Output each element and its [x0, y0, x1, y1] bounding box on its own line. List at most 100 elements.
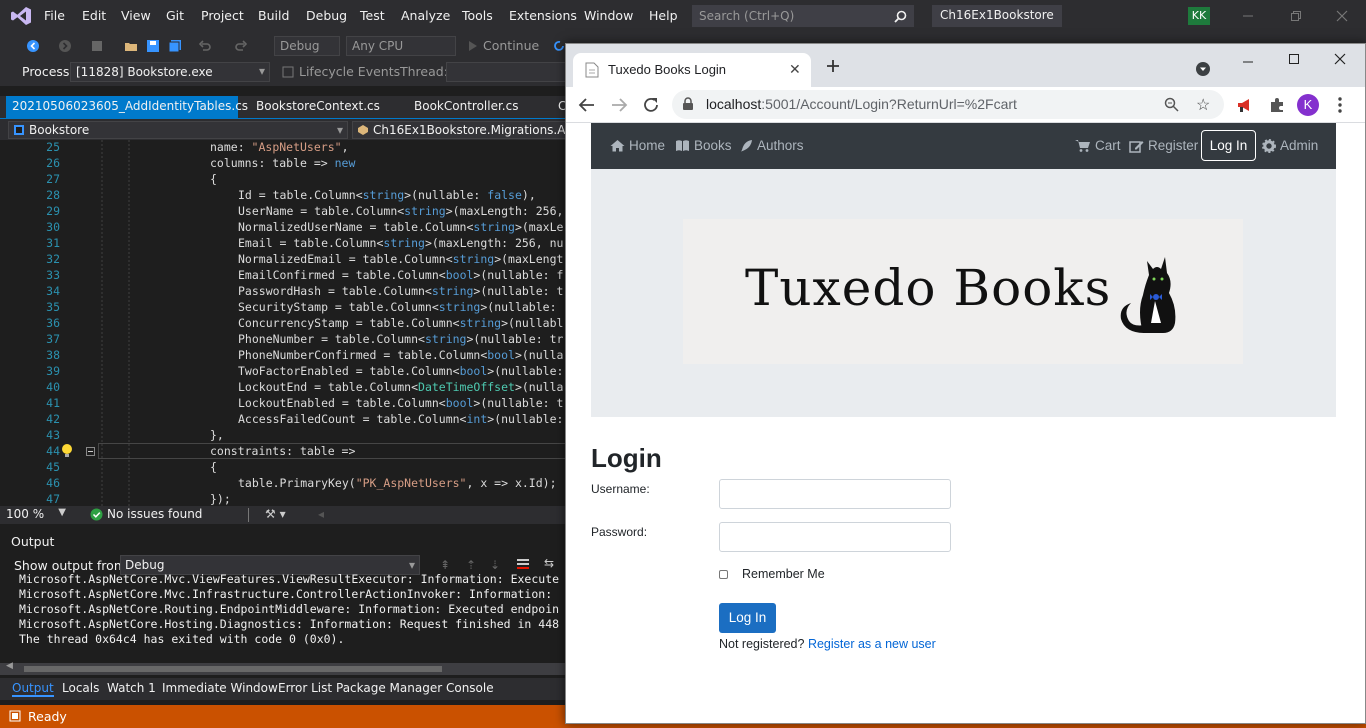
collapse-icon[interactable]	[86, 447, 95, 456]
menu-debug[interactable]: Debug	[306, 8, 347, 23]
menu-extensions[interactable]: Extensions	[509, 8, 577, 23]
lifecycle-events-button[interactable]: Lifecycle Events	[299, 64, 400, 79]
menu-view[interactable]: View	[121, 8, 151, 23]
close-window-icon[interactable]	[1334, 53, 1346, 65]
close-icon[interactable]	[1336, 10, 1348, 22]
login-submit-button[interactable]: Log In	[719, 603, 776, 633]
maximize-icon[interactable]	[1288, 53, 1300, 65]
open-folder-icon[interactable]	[124, 39, 138, 53]
word-wrap-icon[interactable]: ⇆	[544, 556, 554, 570]
nav-cart-link[interactable]: Cart	[1075, 138, 1121, 153]
zoom-icon[interactable]	[1164, 97, 1179, 112]
bookmark-star-icon[interactable]: ☆	[1196, 95, 1210, 115]
doc-tab-active[interactable]: 20210506023605_AddIdentityTables.cs ⊸ ✕	[6, 96, 248, 134]
process-combo[interactable]: [11828] Bookstore.exe ▾	[70, 62, 270, 82]
menu-build[interactable]: Build	[258, 8, 289, 23]
line-number: 37	[46, 332, 60, 346]
minimize-icon[interactable]	[1242, 56, 1254, 68]
new-project-icon[interactable]	[90, 39, 104, 53]
line-number: 32	[46, 252, 60, 266]
back-nav-icon[interactable]	[26, 39, 40, 53]
nav-authors-link[interactable]: Authors	[740, 138, 804, 153]
tab-locals[interactable]: Locals	[62, 681, 99, 695]
address-bar[interactable]: localhost:5001/Account/Login?ReturnUrl=%…	[672, 90, 1224, 119]
menu-project[interactable]: Project	[201, 8, 244, 23]
scroll-left-icon[interactable]: ◀	[6, 661, 13, 671]
clear-all-icon[interactable]	[516, 557, 530, 571]
code-cleanup-icon[interactable]: ⚒ ▾	[265, 507, 286, 521]
save-all-icon[interactable]	[168, 39, 182, 53]
doc-tab[interactable]: BookstoreContext.cs	[250, 96, 386, 118]
find-message-icon[interactable]: ⇞	[440, 558, 450, 572]
remember-me-checkbox[interactable]	[719, 570, 728, 579]
reload-icon[interactable]	[642, 96, 660, 114]
continue-button-label[interactable]: Continue	[483, 38, 539, 53]
doc-tab-title: 20210506023605_AddIdentityTables.cs	[12, 99, 249, 113]
menu-window[interactable]: Window	[584, 8, 633, 23]
password-input[interactable]	[719, 522, 951, 552]
browser-menu-icon[interactable]	[1338, 96, 1342, 114]
minimize-icon[interactable]	[1242, 6, 1254, 26]
nav-home-link[interactable]: Home	[610, 138, 665, 153]
output-horizontal-scrollbar[interactable]: ◀	[0, 661, 570, 675]
extensions-puzzle-icon[interactable]	[1268, 96, 1286, 114]
nav-register-link[interactable]: Register	[1129, 138, 1198, 153]
refresh-icon[interactable]	[552, 39, 566, 53]
next-message-icon[interactable]: ⇣	[490, 558, 500, 572]
output-line: Microsoft.AspNetCore.Routing.EndpointMid…	[19, 602, 560, 616]
scrollbar-thumb[interactable]	[24, 666, 442, 672]
menu-tools[interactable]: Tools	[462, 8, 493, 23]
member-combo[interactable]: Ch16Ex1Bookstore.Migrations.AddI	[352, 121, 570, 139]
browser-toolbar: localhost:5001/Account/Login?ReturnUrl=%…	[566, 87, 1365, 123]
user-avatar[interactable]: KK	[1188, 7, 1210, 25]
nav-login-button[interactable]: Log In	[1201, 130, 1256, 161]
close-tab-icon[interactable]: ✕	[789, 61, 801, 78]
code-text: {	[210, 172, 217, 186]
menu-edit[interactable]: Edit	[82, 8, 106, 23]
extension-megaphone-icon[interactable]	[1236, 96, 1254, 114]
undo-icon[interactable]	[198, 39, 212, 53]
register-link[interactable]: Register as a new user	[808, 637, 936, 651]
profile-avatar[interactable]: K	[1297, 94, 1319, 116]
prev-message-icon[interactable]: ⇡	[466, 558, 476, 572]
tab-package-manager-console[interactable]: Package Manager Console	[336, 681, 494, 695]
tab-output[interactable]: Output	[12, 681, 54, 697]
forward-nav-icon[interactable]	[58, 39, 72, 53]
tab-search-icon[interactable]	[1196, 62, 1210, 76]
web-page: Home Books Authors Cart Register Log In	[566, 123, 1365, 723]
project-combo[interactable]: Bookstore ▾	[8, 121, 348, 139]
new-tab-icon[interactable]	[825, 58, 841, 74]
menu-help[interactable]: Help	[649, 8, 678, 23]
username-input[interactable]	[719, 479, 951, 509]
menu-git[interactable]: Git	[166, 8, 184, 23]
code-text: });	[210, 492, 231, 506]
thread-combo[interactable]	[446, 62, 570, 82]
tab-watch[interactable]: Watch 1	[107, 681, 156, 695]
doc-tab[interactable]: BookController.cs	[408, 96, 524, 118]
vs-search-box[interactable]: Search (Ctrl+Q)	[692, 5, 914, 27]
menu-analyze[interactable]: Analyze	[401, 8, 450, 23]
zoom-combo[interactable]: 100 % ▼	[6, 507, 66, 522]
lightbulb-icon[interactable]	[60, 443, 74, 459]
continue-play-icon[interactable]	[466, 39, 480, 53]
line-number: 30	[46, 220, 60, 234]
menu-test[interactable]: Test	[360, 8, 385, 23]
redo-icon[interactable]	[234, 39, 248, 53]
solution-config-combo[interactable]: Debug	[274, 36, 340, 56]
browser-tab[interactable]: Tuxedo Books Login ✕	[573, 53, 811, 87]
scroll-left-icon[interactable]: ◂	[318, 507, 324, 521]
tab-immediate-window[interactable]: Immediate Window	[162, 681, 278, 695]
restore-icon[interactable]	[1290, 10, 1302, 22]
lock-icon[interactable]	[682, 97, 694, 111]
tab-error-list[interactable]: Error List	[278, 681, 332, 695]
forward-icon[interactable]	[610, 96, 628, 114]
nav-admin-link[interactable]: Admin	[1262, 138, 1318, 153]
issues-status[interactable]: No issues found	[107, 507, 202, 521]
save-icon[interactable]	[146, 39, 160, 53]
visual-studio-logo-icon[interactable]	[10, 6, 32, 26]
platform-combo[interactable]: Any CPU	[346, 36, 456, 56]
code-editor[interactable]: 25 name: "AspNetUsers", 26 columns: table =…	[0, 140, 570, 506]
menu-file[interactable]: File	[44, 8, 65, 23]
back-icon[interactable]	[578, 96, 596, 114]
nav-books-link[interactable]: Books	[675, 138, 732, 153]
